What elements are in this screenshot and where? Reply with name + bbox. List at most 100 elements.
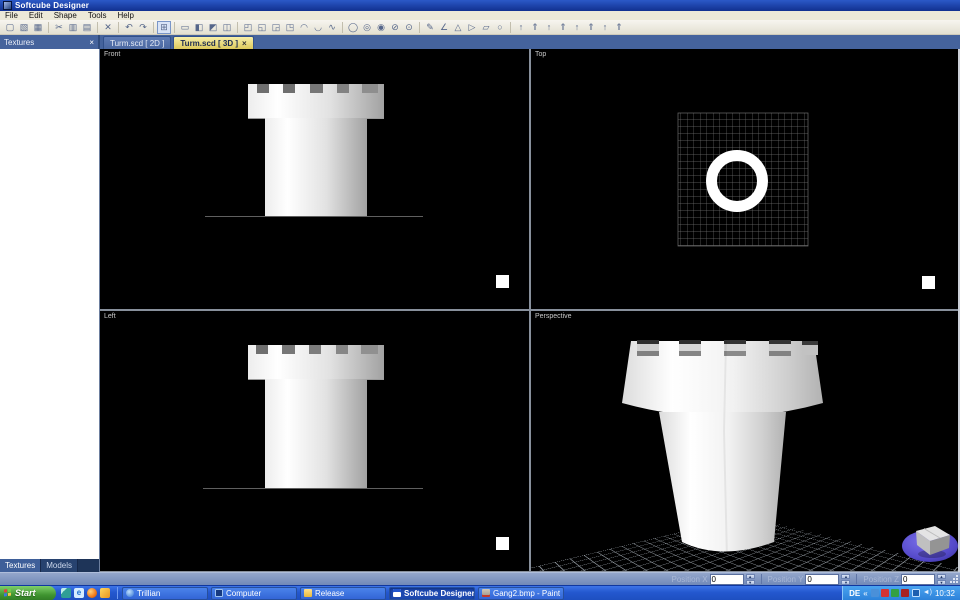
- position-y-input[interactable]: 0: [805, 574, 839, 585]
- paste-icon[interactable]: ▤: [80, 21, 94, 34]
- network-icon[interactable]: [912, 589, 920, 597]
- firefox-icon[interactable]: [87, 588, 97, 598]
- insert-mesh-icon[interactable]: ◫: [220, 21, 234, 34]
- firewall-tray-icon[interactable]: [901, 589, 909, 597]
- copy-icon[interactable]: ▥: [66, 21, 80, 34]
- resize-grip[interactable]: [950, 575, 958, 583]
- viewport-top[interactable]: Top: [531, 49, 958, 309]
- viewport-front-handle[interactable]: [496, 275, 509, 288]
- antivirus-tray-icon[interactable]: [881, 589, 889, 597]
- insert-plane-icon[interactable]: ◩: [206, 21, 220, 34]
- show-desktop-icon[interactable]: [61, 588, 71, 598]
- viewport-layout-icon[interactable]: ⊞: [157, 21, 171, 34]
- position-x-label: Position X: [672, 575, 708, 584]
- menu-help[interactable]: Help: [118, 11, 134, 20]
- shade-icon[interactable]: ⊙: [402, 21, 416, 34]
- tray-chevron-icon[interactable]: «: [863, 589, 867, 598]
- viewport-perspective[interactable]: Perspective: [531, 311, 958, 571]
- internet-explorer-icon[interactable]: e: [74, 588, 84, 598]
- arrow-tool-7-icon[interactable]: ↑: [598, 21, 612, 34]
- orientation-gizmo[interactable]: [531, 311, 958, 571]
- insert-box-icon[interactable]: ▭: [178, 21, 192, 34]
- position-x-input[interactable]: 0: [710, 574, 744, 585]
- save-icon[interactable]: ▦: [31, 21, 45, 34]
- wireframe-icon[interactable]: ⊘: [388, 21, 402, 34]
- cut-icon[interactable]: ✂: [52, 21, 66, 34]
- extrude-icon[interactable]: ◰: [241, 21, 255, 34]
- twist-icon[interactable]: ◡: [311, 21, 325, 34]
- menu-tools[interactable]: Tools: [88, 11, 107, 20]
- window-title: Softcube Designer: [15, 1, 89, 10]
- viewport-left-label: Left: [104, 313, 116, 320]
- position-x-spinner[interactable]: ▲▼: [746, 574, 755, 585]
- viewport-perspective-label: Perspective: [535, 313, 572, 320]
- arrow-tool-4-icon[interactable]: ⇑: [556, 21, 570, 34]
- panel-bottom-tabs: TexturesModels: [0, 559, 99, 572]
- menu-file[interactable]: File: [5, 11, 18, 20]
- split-icon[interactable]: ◲: [269, 21, 283, 34]
- angle-icon[interactable]: ∠: [437, 21, 451, 34]
- task-computer[interactable]: Computer: [211, 587, 297, 600]
- task-paint[interactable]: Gang2.bmp - Paint: [478, 587, 564, 600]
- arrow-tool-1-icon[interactable]: ↑: [514, 21, 528, 34]
- viewport-front[interactable]: Front: [100, 49, 529, 309]
- tab-turm-scd-2d[interactable]: Turm.scd [ 2D ]: [103, 36, 171, 49]
- prism-icon[interactable]: ▷: [465, 21, 479, 34]
- spinner-down-icon[interactable]: ▼: [841, 580, 850, 585]
- language-indicator[interactable]: DE: [849, 589, 860, 598]
- start-button[interactable]: Start: [0, 586, 56, 600]
- task-release[interactable]: Release: [300, 587, 386, 600]
- position-y-spinner[interactable]: ▲▼: [841, 574, 850, 585]
- panel-tab-textures[interactable]: Textures: [0, 559, 41, 572]
- texture-icon[interactable]: ◎: [360, 21, 374, 34]
- arrow-tool-8-icon[interactable]: ⇑: [612, 21, 626, 34]
- menu-edit[interactable]: Edit: [29, 11, 43, 20]
- messenger-tray-icon[interactable]: [871, 589, 879, 597]
- vpn-tray-icon[interactable]: [891, 589, 899, 597]
- inset-icon[interactable]: ◱: [255, 21, 269, 34]
- spinner-down-icon[interactable]: ▼: [746, 580, 755, 585]
- task-paint-label: Gang2.bmp - Paint: [493, 589, 560, 598]
- arrow-tool-2-icon[interactable]: ⇑: [528, 21, 542, 34]
- task-release-label: Release: [315, 589, 344, 598]
- open-file-icon[interactable]: ▧: [17, 21, 31, 34]
- spinner-down-icon[interactable]: ▼: [937, 580, 946, 585]
- spinner-up-icon[interactable]: ▲: [841, 574, 850, 579]
- smooth-icon[interactable]: ◉: [374, 21, 388, 34]
- panel-close-icon[interactable]: ×: [89, 38, 94, 47]
- spinner-up-icon[interactable]: ▲: [746, 574, 755, 579]
- new-file-icon[interactable]: ▢: [3, 21, 17, 34]
- merge-icon[interactable]: ◳: [283, 21, 297, 34]
- system-tray: DE « ◄) 10:32: [842, 586, 960, 600]
- polygon-icon[interactable]: ▱: [479, 21, 493, 34]
- draw-icon[interactable]: ✎: [423, 21, 437, 34]
- title-bar: Softcube Designer: [0, 0, 960, 11]
- viewport-left[interactable]: Left: [100, 311, 529, 571]
- arrow-tool-3-icon[interactable]: ↑: [542, 21, 556, 34]
- insert-cylinder-icon[interactable]: ◧: [192, 21, 206, 34]
- viewport-left-handle[interactable]: [496, 537, 509, 550]
- menu-shape[interactable]: Shape: [54, 11, 77, 20]
- tab-turm-scd-3d[interactable]: Turm.scd [ 3D ]×: [173, 36, 253, 49]
- panel-tab-models[interactable]: Models: [41, 559, 78, 572]
- viewport-top-handle[interactable]: [922, 276, 935, 289]
- position-z-input[interactable]: 0: [901, 574, 935, 585]
- arrow-tool-6-icon[interactable]: ⇑: [584, 21, 598, 34]
- delete-icon[interactable]: ✕: [101, 21, 115, 34]
- circle-icon[interactable]: ○: [493, 21, 507, 34]
- task-trillian[interactable]: Trillian: [122, 587, 208, 600]
- volume-icon[interactable]: ◄): [923, 589, 932, 597]
- media-app-icon[interactable]: [100, 588, 110, 598]
- redo-icon[interactable]: ↷: [136, 21, 150, 34]
- spinner-up-icon[interactable]: ▲: [937, 574, 946, 579]
- taper-icon[interactable]: ∿: [325, 21, 339, 34]
- task-softcube-designer[interactable]: Softcube Designer: [389, 587, 475, 600]
- arrow-tool-5-icon[interactable]: ↑: [570, 21, 584, 34]
- triangle-icon[interactable]: △: [451, 21, 465, 34]
- material-icon[interactable]: ◯: [346, 21, 360, 34]
- undo-icon[interactable]: ↶: [122, 21, 136, 34]
- bend-icon[interactable]: ◠: [297, 21, 311, 34]
- position-z-spinner[interactable]: ▲▼: [937, 574, 946, 585]
- tab-close-icon[interactable]: ×: [242, 39, 247, 48]
- statusbar-separator: [761, 574, 762, 584]
